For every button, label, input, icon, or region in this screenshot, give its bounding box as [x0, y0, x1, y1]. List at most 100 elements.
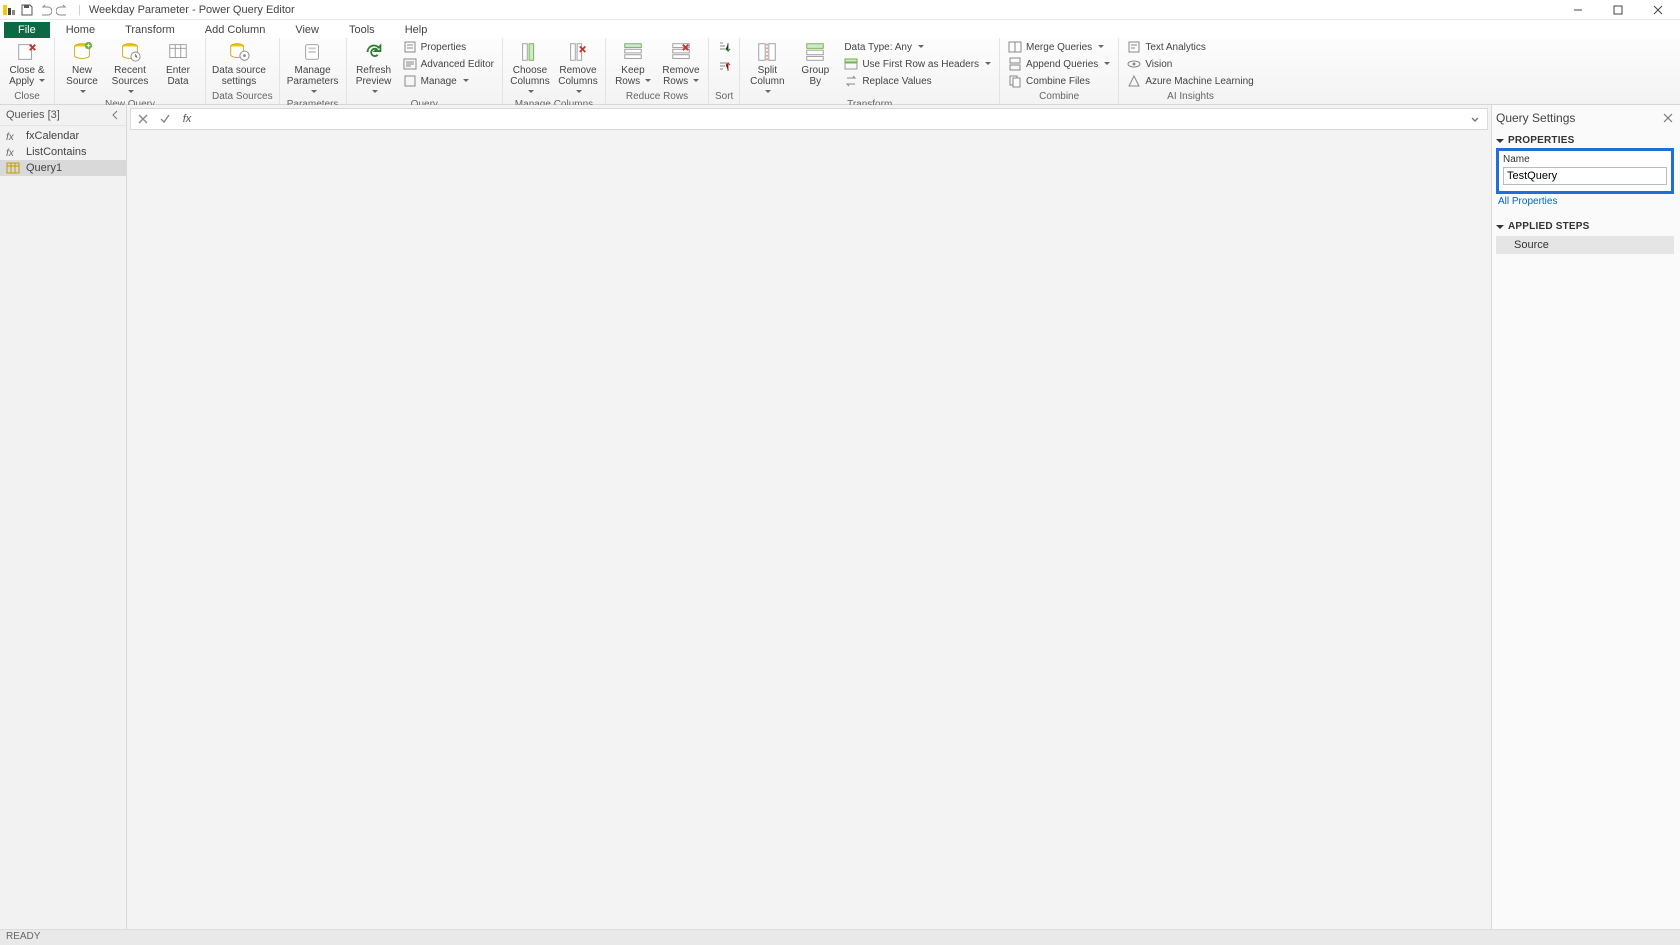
ribbon-group-parameters: ManageParameters Parameters	[280, 38, 347, 104]
tab-add-column[interactable]: Add Column	[191, 22, 280, 38]
formula-accept-button[interactable]	[157, 111, 173, 127]
refresh-preview-button[interactable]: RefreshPreview	[353, 39, 395, 98]
combine-files-button[interactable]: Combine Files	[1006, 73, 1112, 89]
new-source-button[interactable]: NewSource	[61, 39, 103, 98]
applied-steps-list: Source	[1496, 236, 1674, 254]
applied-steps-section-title[interactable]: APPLIED STEPS	[1496, 221, 1674, 232]
formula-expand-button[interactable]	[1467, 111, 1483, 127]
aml-label: Azure Machine Learning	[1145, 76, 1253, 87]
queries-pane: Queries [3] fx fxCalendar fx ListContain…	[0, 105, 127, 929]
ribbon-group-query: RefreshPreview Properties Advanced Edito…	[347, 38, 503, 104]
name-property-highlight: Name	[1496, 148, 1674, 194]
enter-data-button[interactable]: EnterData	[157, 39, 199, 87]
queries-pane-header[interactable]: Queries [3]	[0, 105, 126, 126]
sc-l2: Column	[750, 76, 784, 87]
undo-icon[interactable]	[38, 3, 52, 17]
ribbon-group-sort: Sort	[709, 38, 740, 104]
keep-rows-button[interactable]: KeepRows	[612, 39, 654, 87]
query-item-label: Query1	[26, 162, 62, 174]
advanced-editor-button[interactable]: Advanced Editor	[401, 56, 496, 72]
maximize-button[interactable]	[1598, 0, 1638, 20]
rr-l2: Rows	[663, 76, 688, 87]
remove-rows-button[interactable]: RemoveRows	[660, 39, 702, 87]
rc-l2: Columns	[558, 76, 597, 87]
app-icon	[2, 3, 16, 17]
data-type-button[interactable]: Data Type: Any	[842, 39, 993, 55]
append-queries-button[interactable]: Append Queries	[1006, 56, 1112, 72]
redo-icon[interactable]	[56, 3, 70, 17]
group-label-data-sources: Data Sources	[212, 90, 273, 104]
manage-parameters-button[interactable]: ManageParameters	[286, 39, 340, 98]
all-properties-link[interactable]: All Properties	[1496, 196, 1674, 207]
refresh-icon	[362, 41, 386, 63]
svg-text:fx: fx	[6, 132, 15, 142]
append-queries-icon	[1008, 57, 1022, 71]
group-by-button[interactable]: GroupBy	[794, 39, 836, 87]
choose-columns-button[interactable]: ChooseColumns	[509, 39, 551, 98]
properties-icon	[403, 40, 417, 54]
rp-l2: Preview	[356, 76, 392, 87]
tab-home[interactable]: Home	[52, 22, 109, 38]
titlebar: | Weekday Parameter - Power Query Editor	[0, 0, 1680, 20]
gb-l2: By	[809, 76, 821, 87]
enter-l2: Data	[167, 76, 188, 87]
status-ready: READY	[6, 931, 40, 942]
recent-sources-button[interactable]: RecentSources	[109, 39, 151, 98]
azure-ml-button[interactable]: Azure Machine Learning	[1125, 73, 1255, 89]
close-apply-label-1: Close &	[9, 65, 44, 76]
query-item-listcontains[interactable]: fx ListContains	[0, 144, 126, 160]
ribbon-group-ai: Text Analytics Vision Azure Machine Lear…	[1119, 38, 1261, 104]
rc-l1: Remove	[559, 65, 596, 76]
frh-label: Use First Row as Headers	[862, 59, 979, 70]
query-settings-title: Query Settings	[1496, 111, 1575, 125]
rp-l1: Refresh	[356, 65, 391, 76]
properties-button[interactable]: Properties	[401, 39, 496, 55]
function-icon: fx	[6, 130, 20, 142]
rr-l1: Remove	[662, 65, 699, 76]
formula-cancel-button[interactable]	[135, 111, 151, 127]
dss-l2: settings	[222, 76, 256, 87]
sort-desc-button[interactable]	[715, 59, 733, 75]
minimize-button[interactable]	[1558, 0, 1598, 20]
cc-l2: Columns	[510, 76, 549, 87]
ribbon-group-new-query: NewSource RecentSources EnterData New Qu…	[55, 38, 206, 104]
manage-icon	[403, 74, 417, 88]
merge-queries-button[interactable]: Merge Queries	[1006, 39, 1112, 55]
mp-l1: Manage	[295, 65, 331, 76]
cc-l1: Choose	[513, 65, 547, 76]
remove-columns-icon	[566, 41, 590, 63]
data-source-settings-button[interactable]: Data sourcesettings	[212, 39, 266, 87]
window-controls	[1558, 0, 1678, 20]
new-source-l1: New	[72, 65, 92, 76]
split-column-button[interactable]: SplitColumn	[746, 39, 788, 98]
close-settings-button[interactable]	[1662, 112, 1674, 124]
query-item-query1[interactable]: Query1	[0, 160, 126, 176]
remove-columns-button[interactable]: RemoveColumns	[557, 39, 599, 98]
properties-section-title[interactable]: PROPERTIES	[1496, 135, 1674, 146]
close-apply-button[interactable]: Close &Apply	[6, 39, 48, 87]
query-name-input[interactable]	[1503, 167, 1667, 185]
applied-step-source[interactable]: Source	[1496, 236, 1674, 254]
formula-input[interactable]	[201, 113, 1461, 125]
text-analytics-button[interactable]: Text Analytics	[1125, 39, 1255, 55]
tab-transform[interactable]: Transform	[111, 22, 189, 38]
vision-button[interactable]: Vision	[1125, 56, 1255, 72]
keep-rows-icon	[621, 41, 645, 63]
name-label: Name	[1503, 154, 1667, 165]
collapse-pane-icon[interactable]	[110, 110, 120, 120]
tab-file[interactable]: File	[4, 22, 50, 38]
query-item-fxcalendar[interactable]: fx fxCalendar	[0, 128, 126, 144]
close-button[interactable]	[1638, 0, 1678, 20]
tab-tools[interactable]: Tools	[335, 22, 389, 38]
tab-view[interactable]: View	[281, 22, 333, 38]
save-icon[interactable]	[20, 3, 34, 17]
tab-help[interactable]: Help	[391, 22, 442, 38]
new-source-l2: Source	[66, 76, 98, 87]
replace-values-button[interactable]: Replace Values	[842, 73, 993, 89]
manage-button[interactable]: Manage	[401, 73, 496, 89]
data-preview	[127, 133, 1491, 929]
ribbon-group-data-sources: Data sourcesettings Data Sources	[206, 38, 280, 104]
ribbon: Close &Apply Close NewSource RecentSourc…	[0, 38, 1680, 105]
first-row-headers-button[interactable]: Use First Row as Headers	[842, 56, 993, 72]
sort-asc-button[interactable]	[715, 39, 733, 55]
